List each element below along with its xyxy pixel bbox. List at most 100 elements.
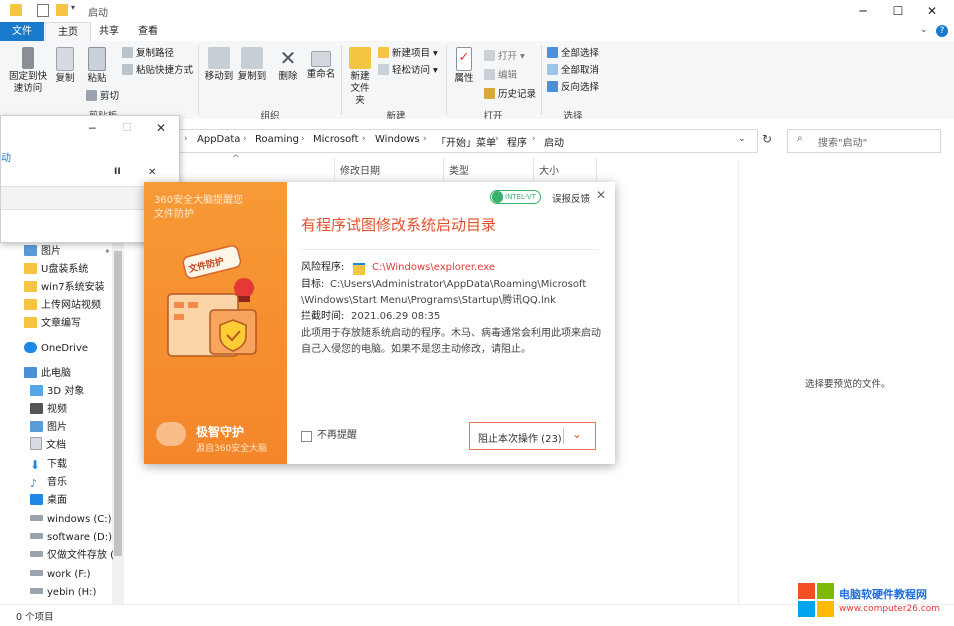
address-dropdown-icon[interactable]: ⌄ bbox=[738, 134, 746, 144]
nav-item-onedrive[interactable]: OneDrive bbox=[24, 340, 114, 358]
preview-pane-divider[interactable] bbox=[738, 158, 739, 604]
column-size[interactable]: 大小 bbox=[539, 162, 559, 177]
breadcrumb-roaming[interactable]: Roaming bbox=[255, 134, 299, 145]
nav-item-documents[interactable]: 文档 bbox=[30, 437, 120, 455]
watermark-name: 电脑软硬件教程网 bbox=[839, 588, 927, 601]
nav-item-videos[interactable]: 视频 bbox=[30, 401, 120, 419]
breadcrumb-startup[interactable]: 启动 bbox=[544, 134, 564, 149]
dialog-heading: 有程序试图修改系统启动目录 bbox=[301, 216, 497, 234]
pause-button[interactable]: II bbox=[114, 167, 121, 177]
site-watermark: 电脑软硬件教程网 www.computer26.com bbox=[797, 580, 949, 620]
nav-item-article-writing[interactable]: 文章编写 bbox=[24, 315, 114, 333]
pin-quick-access-button[interactable]: 固定到快速访问 bbox=[6, 43, 50, 95]
edit-button[interactable]: 编辑 bbox=[484, 68, 517, 83]
ribbon-collapse-icon[interactable]: ⌄ bbox=[920, 25, 928, 35]
breadcrumb-windows[interactable]: Windows bbox=[375, 134, 420, 145]
new-folder-button[interactable]: 新建文件夹 bbox=[344, 43, 376, 107]
copy-to-button[interactable]: 复制到 bbox=[236, 43, 268, 83]
easy-access-button[interactable]: 轻松访问 ▾ bbox=[378, 63, 438, 78]
cancel-button[interactable]: ✕ bbox=[148, 167, 156, 178]
nav-label: windows (C:) bbox=[47, 514, 112, 525]
column-date-modified[interactable]: 修改日期 bbox=[340, 162, 380, 177]
nav-item-desktop[interactable]: 桌面 bbox=[30, 492, 120, 510]
close-button[interactable]: ✕ bbox=[909, 0, 954, 22]
music-note-icon: ♪ bbox=[30, 477, 38, 490]
nav-item-this-pc[interactable]: 此电脑 bbox=[24, 365, 114, 383]
no-remind-checkbox[interactable] bbox=[301, 431, 312, 442]
windows-logo-icon bbox=[798, 583, 834, 617]
copy-to-label: 复制到 bbox=[237, 71, 267, 82]
nav-item-upload-video[interactable]: 上传网站视频 bbox=[24, 297, 114, 315]
nav-label: software (D:) bbox=[47, 532, 112, 543]
move-to-button[interactable]: 移动到 bbox=[203, 43, 235, 83]
nav-item-drive-e[interactable]: 仅做文件存放 (E bbox=[30, 547, 114, 565]
new-folder-quick-icon[interactable] bbox=[56, 4, 68, 16]
select-all-button[interactable]: 全部选择 bbox=[547, 46, 599, 61]
select-none-button[interactable]: 全部取消 bbox=[547, 63, 599, 78]
nav-item-drive-f[interactable]: work (F:) bbox=[30, 566, 120, 584]
paste-shortcut-icon bbox=[122, 64, 133, 75]
cut-button[interactable]: 剪切 bbox=[86, 89, 119, 104]
paste-label: 粘贴 bbox=[87, 73, 107, 84]
nav-label: 此电脑 bbox=[41, 368, 71, 379]
block-action-button[interactable]: 阻止本次操作 (23) bbox=[478, 430, 562, 445]
nav-label: 桌面 bbox=[47, 495, 67, 506]
nav-item-win7-install[interactable]: win7系统安装 bbox=[24, 279, 114, 297]
nav-item-music[interactable]: ♪ 音乐 bbox=[30, 474, 120, 492]
column-type[interactable]: 类型 bbox=[449, 162, 469, 177]
copy-icon bbox=[56, 47, 74, 71]
description-line-1: 此项用于存放随系统启动的程序。木马、病毒通常会利用此项来启动 bbox=[301, 328, 601, 339]
target-label: 目标: bbox=[301, 279, 325, 290]
floating-window-link[interactable]: 动 bbox=[1, 149, 11, 164]
no-remind-label[interactable]: 不再提醒 bbox=[317, 428, 357, 444]
nav-item-pictures-quick[interactable]: 图片 bbox=[24, 243, 114, 261]
tab-view[interactable]: 查看 bbox=[129, 22, 167, 41]
breadcrumb-programs[interactable]: 程序 bbox=[507, 134, 527, 149]
target-value-line-2: \Windows\Start Menu\Programs\Startup\腾讯Q… bbox=[301, 295, 556, 306]
breadcrumb-chevron-icon: › bbox=[495, 134, 499, 144]
nav-item-pictures[interactable]: 图片 bbox=[30, 419, 120, 437]
breadcrumb-start-menu[interactable]: 「开始」菜单 bbox=[436, 134, 496, 149]
nav-item-downloads[interactable]: ⬇ 下载 bbox=[30, 456, 120, 474]
move-to-icon bbox=[208, 47, 230, 69]
paste-shortcut-button[interactable]: 粘贴快捷方式 bbox=[122, 63, 193, 78]
nav-item-usb-install[interactable]: U盘装系统 bbox=[24, 261, 114, 279]
pin-icon bbox=[22, 47, 34, 69]
nav-item-drive-d[interactable]: software (D:) bbox=[30, 529, 120, 547]
properties-button[interactable]: ✓ 属性 bbox=[450, 43, 478, 85]
help-icon[interactable]: ? bbox=[936, 25, 948, 37]
open-icon bbox=[484, 50, 495, 61]
history-button[interactable]: 历史记录 bbox=[484, 87, 536, 102]
tab-share[interactable]: 共享 bbox=[91, 22, 127, 41]
breadcrumb-appdata[interactable]: AppData bbox=[197, 134, 240, 145]
nav-item-3d-objects[interactable]: 3D 对象 bbox=[30, 383, 120, 401]
copy-button[interactable]: 复制 bbox=[52, 43, 78, 85]
nav-item-drive-h[interactable]: yebin (H:) bbox=[30, 584, 120, 602]
properties-quick-icon[interactable] bbox=[37, 4, 49, 17]
tab-file[interactable]: 文件 bbox=[0, 22, 44, 41]
tab-home[interactable]: 主页 bbox=[45, 22, 91, 42]
breadcrumb-microsoft[interactable]: Microsoft bbox=[313, 134, 359, 145]
paste-button[interactable]: 粘贴 bbox=[82, 43, 112, 85]
easy-access-label: 轻松访问 bbox=[392, 65, 431, 76]
refresh-icon[interactable]: ↻ bbox=[762, 132, 772, 146]
nav-item-drive-c[interactable]: windows (C:) bbox=[30, 511, 120, 529]
minimize-button[interactable]: ─ bbox=[89, 122, 96, 135]
invert-selection-button[interactable]: 反向选择 bbox=[547, 80, 599, 95]
search-box[interactable]: ⌕ 搜索"启动" bbox=[787, 129, 941, 153]
close-button[interactable]: ✕ bbox=[156, 121, 166, 135]
new-item-button[interactable]: 新建项目 ▾ bbox=[378, 46, 438, 61]
column-divider bbox=[533, 158, 534, 180]
delete-button[interactable]: ✕ 删除 bbox=[275, 43, 301, 83]
open-button[interactable]: 打开 ▾ bbox=[484, 49, 525, 64]
chevron-down-icon[interactable]: ⌄ bbox=[572, 427, 582, 441]
quick-access-dropdown-icon[interactable]: ▾ bbox=[71, 3, 75, 12]
dialog-close-button[interactable]: ✕ bbox=[596, 188, 606, 202]
watermark-url: www.computer26.com bbox=[839, 604, 941, 614]
false-positive-feedback-link[interactable]: 误报反馈 bbox=[552, 191, 590, 205]
rename-button[interactable]: 重命名 bbox=[305, 43, 337, 81]
ribbon-separator bbox=[198, 45, 199, 115]
properties-icon: ✓ bbox=[456, 47, 472, 71]
nav-label: 下载 bbox=[47, 459, 67, 470]
copy-path-button[interactable]: 复制路径 bbox=[122, 46, 174, 61]
